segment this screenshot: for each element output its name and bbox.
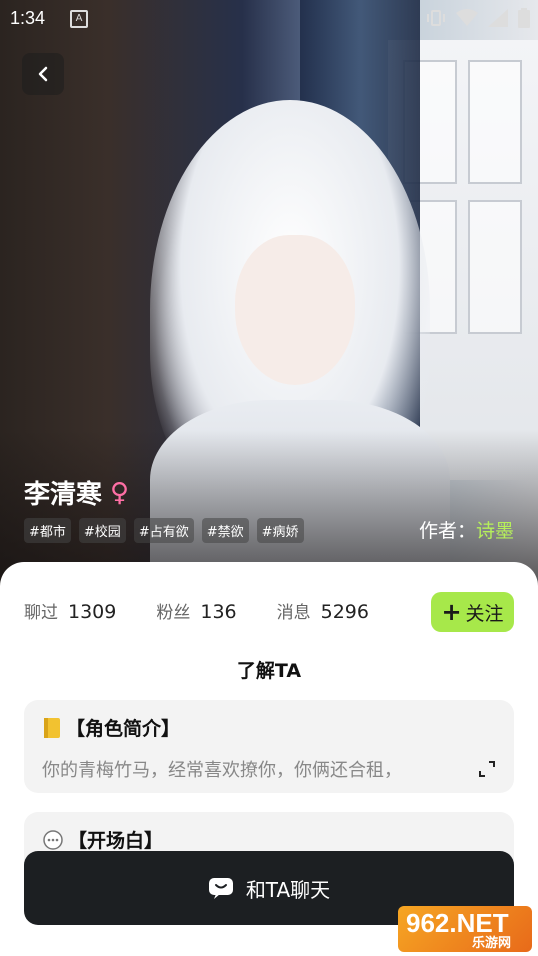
signal-icon <box>488 9 508 27</box>
character-name: 李清寒 <box>24 480 103 510</box>
chat-button-label: 和TA聊天 <box>245 877 331 902</box>
chevron-left-icon <box>38 66 48 82</box>
card-title-text: 【角色简介】 <box>66 718 181 740</box>
tag-list: #都市 #校园 #占有欲 #禁欲 #病娇 <box>24 518 304 543</box>
wifi-icon <box>456 9 478 26</box>
stat-chatted: 聊过 1309 <box>24 598 116 623</box>
vibrate-icon <box>427 10 445 26</box>
intro-card-text: 你的青梅竹马，经常喜欢撩你，你俩还合租， <box>42 760 402 781</box>
stat-fans: 粉丝 136 <box>156 598 236 623</box>
tag[interactable]: #占有欲 <box>133 518 194 543</box>
section-title: 了解TA <box>236 660 302 682</box>
stat-label: 聊过 <box>24 603 58 623</box>
tag[interactable]: #禁欲 <box>201 518 249 543</box>
author-name-link[interactable]: 诗墨 <box>476 520 514 542</box>
stat-messages: 消息 5296 <box>277 598 369 623</box>
intro-card-title: 【角色简介】 <box>42 714 180 741</box>
notebook-icon <box>44 717 60 738</box>
intro-card[interactable]: 【角色简介】 你的青梅竹马，经常喜欢撩你，你俩还合租， <box>24 700 514 793</box>
status-bar: 1:34 A <box>0 0 538 36</box>
follow-button[interactable]: + 关注 <box>431 592 514 632</box>
opening-card-title: 【开场白】 <box>42 826 163 853</box>
stats-row: 聊过 1309 粉丝 136 消息 5296 <box>24 598 409 623</box>
back-button[interactable] <box>22 53 64 95</box>
watermark-subtext: 乐游网 <box>472 935 512 950</box>
stat-value: 1309 <box>68 601 117 623</box>
expand-icon[interactable] <box>478 760 496 778</box>
author-info: 作者：诗墨 <box>419 516 514 543</box>
watermark-logo: 962.NET 乐游网 <box>398 906 532 952</box>
notification-a-icon: A <box>70 10 88 28</box>
author-label: 作者： <box>418 520 476 542</box>
character-name-row: 李清寒 ♀ <box>24 474 129 511</box>
chat-bubble-icon <box>43 829 63 850</box>
tag[interactable]: #病娇 <box>256 518 304 543</box>
stat-value: 5296 <box>320 601 369 623</box>
follow-label: 关注 <box>465 602 504 625</box>
stat-label: 消息 <box>276 603 311 623</box>
female-gender-icon: ♀ <box>110 477 130 508</box>
tag[interactable]: #都市 <box>24 518 71 543</box>
battery-icon <box>518 8 530 28</box>
chat-icon <box>208 878 233 899</box>
status-icons <box>426 8 530 28</box>
tag[interactable]: #校园 <box>78 518 126 543</box>
stat-value: 136 <box>200 601 237 623</box>
card-title-text: 【开场白】 <box>68 830 164 852</box>
stat-label: 粉丝 <box>156 603 191 623</box>
status-time: 1:34 <box>10 8 46 28</box>
plus-icon: + <box>441 598 462 626</box>
character-face <box>235 235 355 385</box>
